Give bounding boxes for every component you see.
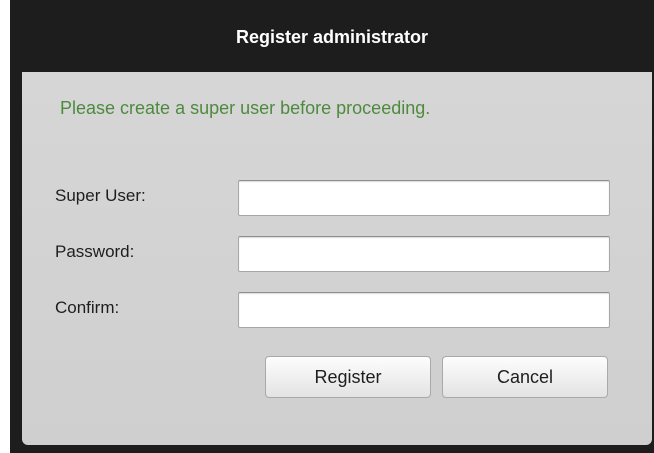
password-input[interactable] [238,236,610,272]
notice-message: Please create a super user before procee… [60,98,431,118]
confirm-password-input[interactable] [238,292,610,328]
register-button[interactable]: Register [265,356,431,398]
password-label: Password: [55,242,135,261]
dialog-title: Register administrator [235,26,429,47]
dialog-title-bar: Register administrator [10,0,654,74]
dialog-content: Please create a super user before procee… [22,72,652,445]
confirm-label: Confirm: [55,298,120,317]
super-user-label: Super User: [55,186,146,205]
register-admin-dialog: Register administrator Please create a s… [10,0,654,453]
cancel-button[interactable]: Cancel [442,356,608,398]
register-button-label: Register [314,366,382,387]
cancel-button-label: Cancel [496,366,554,387]
super-user-input[interactable] [238,180,610,216]
